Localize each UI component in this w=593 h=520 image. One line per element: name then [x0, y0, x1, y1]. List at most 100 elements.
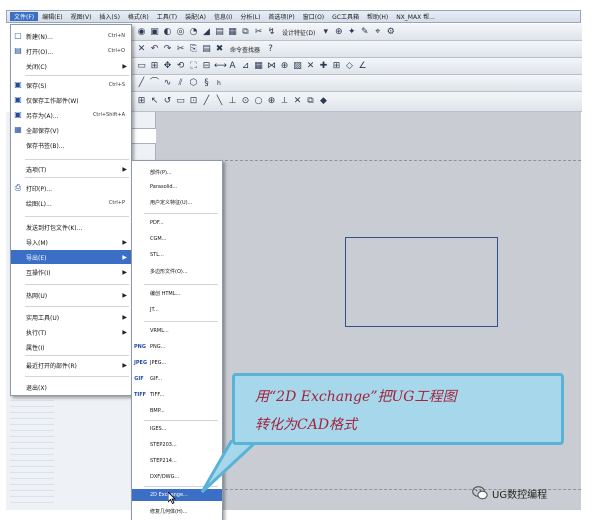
- hole-icon[interactable]: ◎: [175, 27, 186, 38]
- view-icon[interactable]: ▭: [136, 61, 147, 72]
- weld-icon[interactable]: ⋈: [266, 61, 277, 72]
- feature-icon[interactable]: ◉: [136, 27, 147, 38]
- file-menu-item[interactable]: ▢ 新建(N)... Ctrl+N: [11, 29, 131, 43]
- sketch-icon[interactable]: ✎: [359, 27, 370, 38]
- shell-icon[interactable]: ▤: [214, 27, 225, 38]
- cross-icon[interactable]: ✕: [305, 61, 316, 72]
- spline-icon[interactable]: §: [201, 78, 212, 89]
- export-menu-item[interactable]: 用户定义特征(U)...: [132, 196, 222, 208]
- export-menu-item[interactable]: CGM...: [132, 233, 222, 245]
- export-menu-item[interactable]: PDF...: [132, 217, 222, 229]
- file-menu-item[interactable]: ▣ 仅保存工作部件(W): [11, 93, 131, 107]
- export-menu-item[interactable]: BMP...: [132, 405, 222, 417]
- arc-icon[interactable]: ⌒: [149, 78, 160, 89]
- file-menu-item[interactable]: 最近打开的部件(R) ▶: [11, 358, 131, 372]
- snap-line-icon[interactable]: ╱: [201, 96, 212, 107]
- snap-center-icon[interactable]: ⊙: [240, 96, 251, 107]
- plus-icon[interactable]: ✚: [318, 61, 329, 72]
- file-menu-item[interactable]: 保存书签(B)...: [11, 138, 131, 152]
- menu-item[interactable]: 工具(T): [153, 12, 181, 21]
- undo-icon[interactable]: ↶: [149, 44, 160, 55]
- grid-icon[interactable]: ⊞: [331, 61, 342, 72]
- menu-item[interactable]: 视图(V): [67, 12, 96, 21]
- point-icon[interactable]: ✦: [346, 27, 357, 38]
- fit-icon[interactable]: ⛶: [188, 61, 199, 72]
- export-menu-item[interactable]: JPEG JPEG...: [132, 357, 222, 369]
- menu-item[interactable]: 装配(A): [181, 12, 210, 21]
- arrow-select-icon[interactable]: ↖: [149, 96, 160, 107]
- mirror-icon[interactable]: ⧉: [240, 27, 251, 38]
- dropdown-icon[interactable]: ▾: [320, 27, 331, 38]
- snap-tangent-icon[interactable]: ⊕: [266, 96, 277, 107]
- pan-icon[interactable]: ✥: [162, 61, 173, 72]
- rectangle-icon[interactable]: ▭: [175, 96, 186, 107]
- export-menu-item[interactable]: Parasolid...: [132, 181, 222, 193]
- lasso-icon[interactable]: ↺: [162, 96, 173, 107]
- surface-icon[interactable]: ◇: [344, 61, 355, 72]
- snap-circle-icon[interactable]: ○: [253, 96, 264, 107]
- analysis-icon[interactable]: ⚙: [385, 27, 396, 38]
- crosshatch-icon[interactable]: ▨: [292, 61, 303, 72]
- file-menu-item[interactable]: 关闭(C) ▶: [11, 59, 131, 73]
- menu-item[interactable]: GC工具箱: [328, 12, 363, 21]
- snap-point-icon[interactable]: ⊡: [188, 96, 199, 107]
- export-menu-item[interactable]: JT...: [132, 304, 222, 316]
- measure-icon[interactable]: ⌖: [372, 27, 383, 38]
- menu-item[interactable]: NX_MAX 帮...: [392, 12, 439, 21]
- sweep-icon[interactable]: ↯: [266, 27, 277, 38]
- design-feature-label[interactable]: 设计特征(D): [282, 28, 315, 37]
- zoom-icon[interactable]: ⊞: [149, 61, 160, 72]
- paste-icon[interactable]: ▤: [201, 44, 212, 55]
- menu-item[interactable]: 窗口(O): [299, 12, 328, 21]
- file-menu-item[interactable]: 导出(E) ▶: [11, 250, 131, 264]
- revolve-icon[interactable]: ◐: [162, 27, 173, 38]
- file-menu-item[interactable]: ▤ 打开(O)... Ctrl+O: [11, 44, 131, 58]
- menu-item[interactable]: 信息(I): [210, 12, 236, 21]
- pattern-icon[interactable]: ▦: [227, 27, 238, 38]
- menu-item[interactable]: 插入(S): [95, 12, 124, 21]
- chamfer-icon[interactable]: ◢: [201, 27, 212, 38]
- snap-mid-icon[interactable]: ⊥: [227, 96, 238, 107]
- delete-icon[interactable]: ✖: [214, 44, 225, 55]
- drawing-view-rectangle[interactable]: [345, 237, 498, 327]
- snap-intersect-icon[interactable]: ✕: [292, 96, 303, 107]
- blend-icon[interactable]: ◔: [188, 27, 199, 38]
- command-finder-label[interactable]: 命令查找器: [230, 45, 260, 54]
- file-menu-item[interactable]: 退出(X): [11, 380, 131, 394]
- file-menu-item[interactable]: 属性(I): [11, 340, 131, 354]
- export-menu-item[interactable]: GIF GIF...: [132, 373, 222, 385]
- close-icon[interactable]: ✕: [136, 44, 147, 55]
- centerline-icon[interactable]: ⊕: [279, 61, 290, 72]
- color-icon[interactable]: ◆: [318, 96, 329, 107]
- rotate-icon[interactable]: ⟲: [175, 61, 186, 72]
- file-menu-item[interactable]: ⎙ 打印(P)...: [11, 181, 131, 195]
- export-menu-item[interactable]: 编创 HTML...: [132, 287, 222, 299]
- datum-icon[interactable]: ⊕: [333, 27, 344, 38]
- snap-perp-icon[interactable]: ⟂: [279, 96, 290, 107]
- file-menu-item[interactable]: 互操作(I) ▶: [11, 265, 131, 279]
- menu-item[interactable]: 格式(R): [124, 12, 153, 21]
- export-menu-item[interactable]: 多边形文件(O)...: [132, 265, 222, 277]
- curve-icon[interactable]: ∿: [162, 78, 173, 89]
- help-icon[interactable]: ?: [265, 44, 276, 55]
- select-icon[interactable]: ⊞: [136, 96, 147, 107]
- file-menu-item[interactable]: 绘图(L)... Ctrl+P: [11, 196, 131, 210]
- layer-icon[interactable]: ⧉: [305, 96, 316, 107]
- file-menu-item[interactable]: 选项(T) ▶: [11, 162, 131, 176]
- edge-icon[interactable]: ∠: [357, 61, 368, 72]
- menu-item[interactable]: 帮助(H): [363, 12, 392, 21]
- cut-icon[interactable]: ✂: [175, 44, 186, 55]
- menu-item[interactable]: 编辑(E): [38, 12, 66, 21]
- note-icon[interactable]: A: [227, 61, 238, 72]
- trim-icon[interactable]: ✂: [253, 27, 264, 38]
- redo-icon[interactable]: ↷: [162, 44, 173, 55]
- section-icon[interactable]: ⊟: [201, 61, 212, 72]
- symbol-icon[interactable]: ⊿: [240, 61, 251, 72]
- offset-icon[interactable]: ⫽: [175, 78, 186, 89]
- menu-item[interactable]: 首选项(P): [264, 12, 298, 21]
- export-menu-item[interactable]: TIFF TIFF...: [132, 389, 222, 401]
- dimension-icon[interactable]: ⟷: [214, 61, 227, 72]
- navigator-row[interactable]: [10, 497, 54, 503]
- line-icon[interactable]: ╱: [136, 78, 147, 89]
- export-menu-item[interactable]: STL...: [132, 249, 222, 261]
